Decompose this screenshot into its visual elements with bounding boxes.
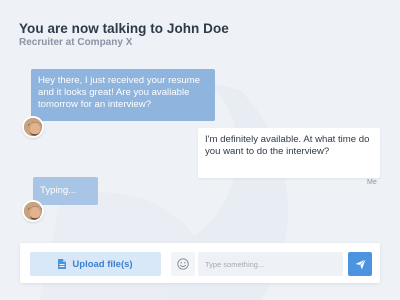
avatar bbox=[22, 116, 44, 138]
typing-indicator: Typing... bbox=[33, 177, 98, 205]
chat-header: You are now talking to John Doe Recruite… bbox=[19, 21, 229, 48]
avatar-image bbox=[24, 118, 42, 136]
avatar bbox=[22, 200, 44, 222]
incoming-message: Hey there, I just received your resume a… bbox=[31, 69, 215, 121]
upload-button-label: Upload file(s) bbox=[72, 258, 133, 270]
message-input[interactable] bbox=[198, 252, 343, 276]
contact-subtitle: Recruiter at Company X bbox=[19, 37, 133, 48]
message-composer: Upload file(s) bbox=[20, 243, 380, 283]
upload-files-button[interactable]: Upload file(s) bbox=[30, 252, 161, 276]
smiley-icon bbox=[177, 258, 189, 270]
send-button[interactable] bbox=[348, 252, 372, 276]
outgoing-message: I'm definitely available. At what time d… bbox=[198, 128, 380, 178]
paper-plane-icon bbox=[354, 258, 366, 270]
emoji-button[interactable] bbox=[171, 252, 195, 276]
avatar-image bbox=[24, 202, 42, 220]
page-title: You are now talking to John Doe bbox=[19, 21, 229, 36]
sender-label: Me bbox=[367, 179, 377, 186]
file-icon bbox=[58, 259, 67, 269]
